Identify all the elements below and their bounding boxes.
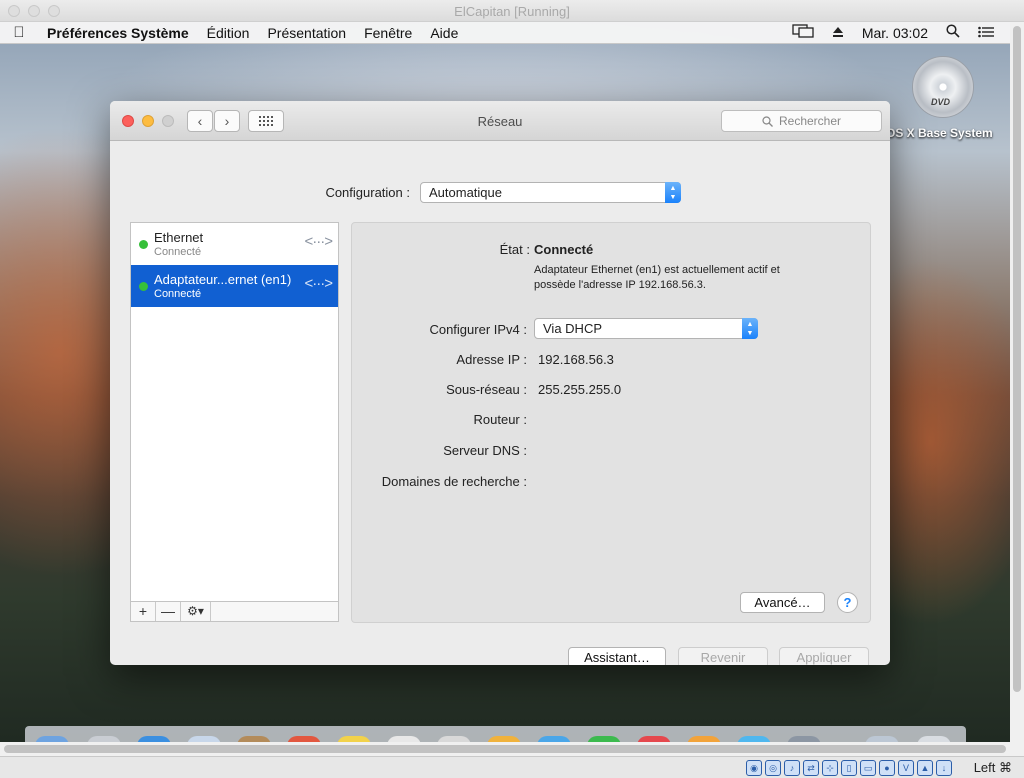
ethernet-arrows-icon: <···>: [304, 233, 332, 250]
configuration-value: Automatique: [429, 185, 502, 200]
window-toolbar: ‹ › Réseau Rechercher: [110, 101, 890, 141]
search-placeholder: Rechercher: [778, 114, 842, 128]
router-label: Routeur :: [473, 412, 527, 427]
search-icon: [762, 115, 773, 127]
host-window-title: ElCapitan [Running]: [454, 4, 570, 19]
host-key-label: Left ⌘: [973, 760, 1012, 775]
search-domains-label: Domaines de recherche :: [381, 474, 527, 489]
host-titlebar: ElCapitan [Running]: [0, 0, 1024, 22]
desktop-volume-label[interactable]: OS X Base System: [886, 126, 993, 140]
search-field[interactable]: Rechercher: [721, 110, 882, 132]
horizontal-scrollbar[interactable]: [0, 742, 1010, 756]
menu-window[interactable]: Fenêtre: [355, 25, 421, 41]
network-preferences-window: ‹ › Réseau Rechercher Configuration : Au…: [110, 101, 890, 665]
dvd-disk-icon[interactable]: DVD: [912, 56, 974, 118]
subnet-value: 255.255.255.0: [538, 382, 622, 397]
configure-ipv4-popup[interactable]: Via DHCP ▲ ▼: [534, 318, 758, 339]
popup-arrows-icon: ▲ ▼: [742, 318, 758, 339]
dvd-logo-text: DVD: [931, 97, 951, 107]
vm-status-bar: ◉ ◎ ♪ ⇄ ⊹ ▯ ▭ ● V ▲ ↓ Left ⌘: [0, 756, 1024, 778]
service-list: Ethernet Connecté <···> Adaptateur...ern…: [130, 222, 339, 602]
apple-menu-icon[interactable]: : [0, 24, 38, 41]
keyboard-capture-icon[interactable]: ↓: [936, 760, 952, 776]
service-list-toolbar: + — ⚙▾: [130, 601, 339, 622]
menu-edit[interactable]: Édition: [198, 25, 259, 41]
menu-help[interactable]: Aide: [421, 25, 467, 41]
vertical-scrollbar[interactable]: [1010, 22, 1024, 756]
ethernet-arrows-icon: <···>: [304, 275, 332, 292]
dns-server-label: Serveur DNS :: [443, 443, 527, 458]
vertical-scrollbar-thumb[interactable]: [1013, 26, 1021, 692]
cpu-icon[interactable]: V: [898, 760, 914, 776]
hard-disk-icon[interactable]: ◉: [746, 760, 762, 776]
status-dot-icon: [139, 282, 148, 291]
display-mirroring-icon[interactable]: [792, 24, 814, 41]
eject-icon[interactable]: [832, 25, 844, 41]
dock: [25, 726, 966, 742]
assistant-button[interactable]: Assistant…: [568, 647, 666, 665]
ip-address-label: Adresse IP :: [456, 352, 527, 367]
display-icon[interactable]: ▭: [860, 760, 876, 776]
menu-view[interactable]: Présentation: [258, 25, 355, 41]
spotlight-search-icon[interactable]: [946, 24, 960, 41]
audio-icon[interactable]: ♪: [784, 760, 800, 776]
configure-ipv4-label: Configurer IPv4 :: [429, 322, 527, 337]
help-button[interactable]: ?: [837, 592, 858, 613]
configure-ipv4-value: Via DHCP: [543, 321, 603, 336]
menu-bar:  Préférences Système Édition Présentati…: [0, 22, 1010, 44]
service-status: Connecté: [154, 288, 202, 300]
service-item-ethernet[interactable]: Ethernet Connecté <···>: [131, 223, 338, 265]
mouse-integration-icon[interactable]: ▲: [917, 760, 933, 776]
horizontal-scrollbar-thumb[interactable]: [4, 745, 1006, 753]
notification-center-icon[interactable]: [978, 25, 994, 41]
guest-screen:  Préférences Système Édition Présentati…: [0, 22, 1010, 742]
revert-button[interactable]: Revenir: [678, 647, 768, 665]
minus-icon: —: [161, 603, 175, 619]
service-name: Ethernet: [154, 230, 204, 245]
configuration-popup[interactable]: Automatique ▲ ▼: [420, 182, 681, 203]
advanced-button[interactable]: Avancé…: [740, 592, 825, 613]
state-label: État :: [499, 242, 530, 257]
optical-drive-icon[interactable]: ◎: [765, 760, 781, 776]
subnet-label: Sous-réseau :: [446, 382, 527, 397]
service-name: Adaptateur...ernet (en1): [154, 272, 292, 287]
remove-service-button[interactable]: —: [156, 602, 181, 621]
configuration-label: Configuration :: [325, 185, 410, 200]
menubar-clock[interactable]: Mar. 03:02: [862, 25, 928, 41]
service-status: Connecté: [154, 246, 202, 258]
state-value: Connecté: [534, 242, 594, 257]
video-capture-icon[interactable]: ●: [879, 760, 895, 776]
gear-icon: ⚙▾: [187, 604, 204, 618]
apply-button[interactable]: Appliquer: [779, 647, 869, 665]
shared-folders-icon[interactable]: ▯: [841, 760, 857, 776]
ip-address-value: 192.168.56.3: [538, 352, 614, 367]
plus-icon: +: [138, 603, 148, 619]
status-dot-icon: [139, 240, 148, 249]
vm-status-icons: ◉ ◎ ♪ ⇄ ⊹ ▯ ▭ ● V ▲ ↓: [746, 760, 952, 776]
action-menu-button[interactable]: ⚙▾: [181, 602, 211, 621]
service-item-adapter-en1[interactable]: Adaptateur...ernet (en1) Connecté <···>: [131, 265, 338, 307]
popup-arrows-icon: ▲ ▼: [665, 182, 681, 203]
add-service-button[interactable]: +: [131, 602, 156, 621]
usb-icon[interactable]: ⊹: [822, 760, 838, 776]
network-icon[interactable]: ⇄: [803, 760, 819, 776]
menu-app[interactable]: Préférences Système: [38, 25, 198, 41]
state-description: Adaptateur Ethernet (en1) est actuelleme…: [534, 264, 780, 291]
